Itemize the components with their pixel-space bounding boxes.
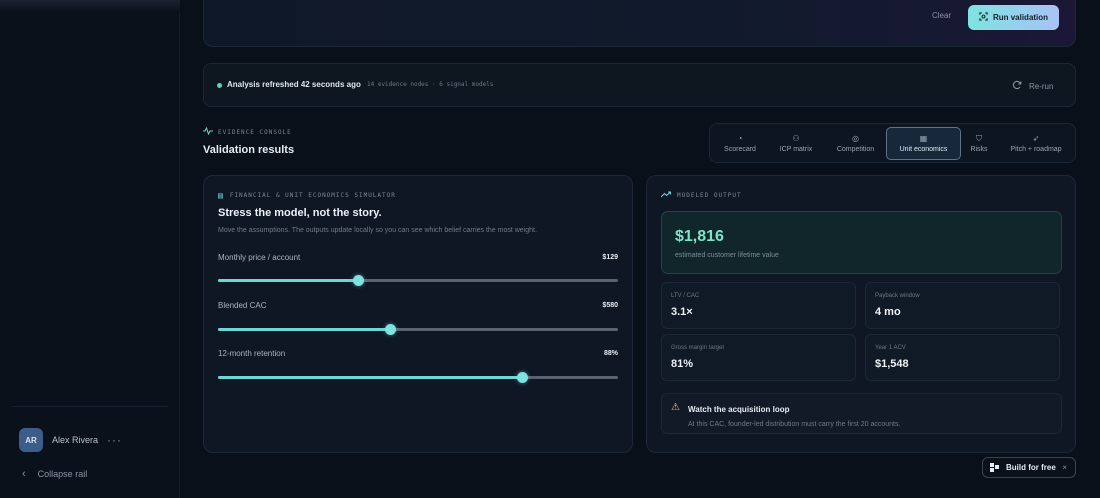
rocket-icon: ➶ — [1032, 133, 1040, 143]
metric-value: $1,548 — [875, 358, 909, 370]
warning-title: Watch the acquisition loop — [688, 405, 790, 414]
page-title: Validation results — [203, 144, 295, 156]
simulator-eyebrow: ▤ FINANCIAL & UNIT ECONOMICS SIMULATOR — [218, 191, 396, 200]
tab-icp-matrix[interactable]: ⚇ ICP matrix — [768, 127, 824, 160]
target-icon: ◎ — [852, 133, 859, 143]
ltv-caption: estimated customer lifetime value — [675, 252, 779, 259]
collapse-rail-label: Collapse rail — [37, 469, 88, 479]
warning-icon: ⚠ — [671, 402, 680, 413]
price-slider[interactable] — [218, 275, 618, 286]
metric-value: 3.1× — [671, 306, 693, 318]
tab-risks[interactable]: ⛉ Risks — [964, 127, 994, 160]
tab-label: ICP matrix — [779, 145, 813, 153]
sidebar: AR Alex Rivera ··· ‹ Collapse rail — [0, 0, 180, 498]
slider-thumb[interactable] — [385, 324, 396, 335]
clear-button[interactable]: Clear — [932, 11, 951, 20]
sidebar-top-fade — [0, 0, 180, 12]
status-meta: 14 evidence nodes · 6 signal models — [367, 81, 494, 88]
simulator-title: Stress the model, not the story. — [218, 207, 382, 219]
refresh-icon — [1012, 80, 1022, 92]
close-icon[interactable]: × — [1062, 463, 1067, 472]
section-eyebrow: EVIDENCE CONSOLE — [203, 126, 292, 137]
simulator-card: ▤ FINANCIAL & UNIT ECONOMICS SIMULATOR S… — [203, 175, 633, 453]
metric-value: 81% — [671, 358, 694, 370]
status-bar: Analysis refreshed 42 seconds ago 14 evi… — [203, 63, 1076, 107]
ellipsis-icon[interactable]: ··· — [107, 434, 122, 446]
trend-up-icon — [660, 191, 672, 200]
acquisition-warning: ⚠ Watch the acquisition loop At this CAC… — [661, 393, 1062, 434]
metric-card: Year 1 ACV $1,548 — [865, 334, 1060, 381]
users-icon: ⚇ — [792, 133, 800, 143]
run-validation-label: Run validation — [992, 13, 1049, 22]
output-eyebrow: MODELED OUTPUT — [660, 191, 742, 200]
slider-value: 88% — [603, 350, 618, 357]
cac-slider[interactable] — [218, 324, 618, 335]
chevron-left-icon: ‹ — [22, 468, 26, 480]
simulator-eyebrow-label: FINANCIAL & UNIT ECONOMICS SIMULATOR — [229, 192, 396, 199]
calculator-icon: ▦ — [919, 133, 928, 143]
build-for-free-label: Build for free — [1006, 463, 1056, 472]
slider-thumb[interactable] — [517, 372, 528, 383]
modeled-output-card: MODELED OUTPUT $1,816 estimated customer… — [646, 175, 1076, 453]
tab-label: Competition — [836, 145, 875, 153]
status-dot — [217, 83, 222, 88]
tab-label: Unit economics — [899, 145, 948, 153]
tab-label: Pitch + roadmap — [1010, 145, 1062, 153]
scan-icon — [979, 12, 988, 23]
tab-competition[interactable]: ◎ Competition — [827, 127, 884, 160]
slider-label: Blended CAC — [218, 301, 267, 310]
warning-text: At this CAC, founder-led distribution mu… — [688, 421, 901, 428]
slider-value: $580 — [602, 302, 618, 309]
tab-pitch-roadmap[interactable]: ➶ Pitch + roadmap — [1000, 127, 1072, 160]
slider-fill — [218, 376, 522, 379]
calculator-icon: ▤ — [218, 191, 224, 200]
build-for-free-button[interactable]: Build for free × — [982, 457, 1076, 478]
simulator-subtitle: Move the assumptions. The outputs update… — [218, 227, 537, 234]
slider-value: $129 — [602, 254, 618, 261]
tab-label: Risks — [970, 145, 988, 153]
slider-fill — [218, 279, 358, 282]
result-tabs: ◔ Scorecard ⚇ ICP matrix ◎ Competition ▦… — [709, 123, 1076, 163]
slider-label: 12-month retention — [218, 349, 286, 358]
metric-card: LTV / CAC 3.1× — [661, 282, 856, 329]
metric-value: 4 mo — [875, 306, 901, 318]
status-refreshed: Analysis refreshed 42 seconds ago — [227, 80, 361, 89]
user-name: Alex Rivera — [52, 435, 99, 445]
section-eyebrow-label: EVIDENCE CONSOLE — [218, 128, 292, 136]
collapse-rail-button[interactable]: ‹ Collapse rail — [22, 468, 87, 480]
tab-scorecard[interactable]: ◔ Scorecard — [715, 127, 765, 160]
retention-slider[interactable] — [218, 372, 618, 383]
shield-icon: ⛉ — [976, 133, 982, 143]
slider-fill — [218, 328, 390, 331]
tab-label: Scorecard — [724, 145, 756, 153]
metric-label: Gross margin target — [671, 345, 725, 351]
metric-label: LTV / CAC — [671, 293, 700, 299]
metric-label: Year 1 ACV — [875, 345, 906, 351]
metric-label: Payback window — [875, 293, 920, 299]
tab-unit-economics[interactable]: ▦ Unit economics — [886, 127, 961, 160]
idea-input-panel — [203, 0, 1076, 47]
sidebar-divider — [12, 406, 168, 407]
run-validation-button[interactable]: Run validation — [968, 5, 1059, 30]
user-menu[interactable]: AR Alex Rivera ··· — [19, 428, 122, 452]
avatar: AR — [19, 428, 43, 452]
ltv-value: $1,816 — [675, 228, 724, 245]
slider-thumb[interactable] — [353, 275, 364, 286]
rerun-button[interactable]: Re-run — [1012, 80, 1053, 92]
output-eyebrow-label: MODELED OUTPUT — [677, 192, 742, 199]
ltv-hero: $1,816 estimated customer lifetime value — [661, 211, 1062, 274]
metric-card: Payback window 4 mo — [865, 282, 1060, 329]
logo-icon — [990, 463, 999, 472]
metric-card: Gross margin target 81% — [661, 334, 856, 381]
rerun-label: Re-run — [1029, 81, 1054, 91]
slider-label: Monthly price / account — [218, 253, 301, 262]
gauge-icon: ◔ — [737, 133, 743, 143]
pulse-icon — [203, 126, 213, 137]
